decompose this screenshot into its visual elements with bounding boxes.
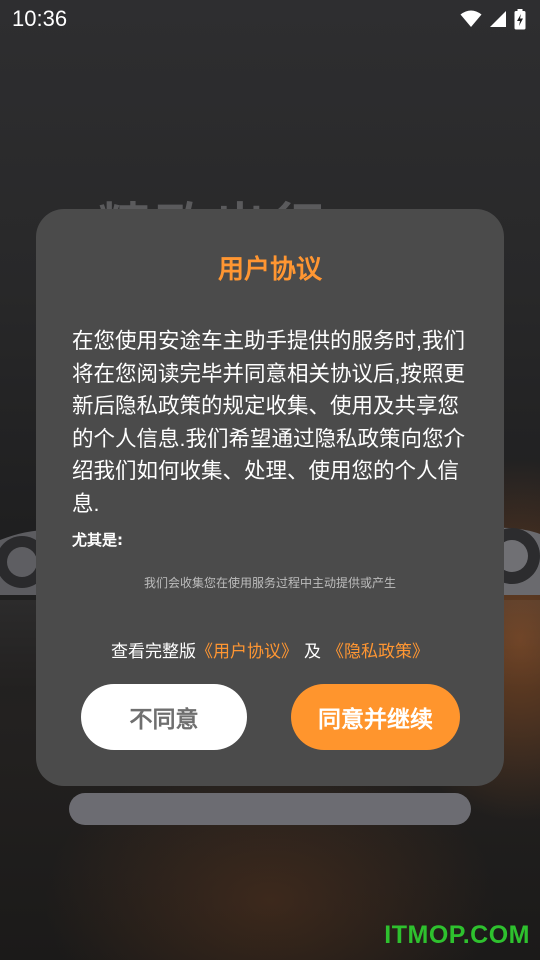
status-time: 10:36 (12, 6, 68, 31)
disagree-button[interactable]: 不同意 (81, 684, 247, 750)
agree-and-continue-button[interactable]: 同意并继续 (291, 684, 460, 750)
dialog-title: 用户协议 (217, 255, 322, 285)
background-button-placeholder (69, 793, 471, 825)
dialog-scroll-content[interactable]: 在您使用安途车主助手提供的服务时,我们将在您阅读完毕并同意相关协议后,按照更新后… (72, 325, 472, 591)
wifi-icon (460, 10, 482, 27)
status-icons (460, 8, 526, 30)
agreement-truncated-line: 我们会收集您在使用服务过程中主动提供或产生 (144, 576, 397, 590)
links-prefix: 查看完整版 (111, 642, 196, 662)
user-agreement-dialog: 用户协议 在您使用安途车主助手提供的服务时,我们将在您阅读完毕并同意相关协议后,… (36, 209, 504, 786)
watermark-logo: ITMOP.COM (384, 921, 530, 949)
agreement-paragraph: 在您使用安途车主助手提供的服务时,我们将在您阅读完毕并同意相关协议后,按照更新后… (72, 329, 465, 516)
links-separator: 及 (304, 642, 321, 662)
user-agreement-link[interactable]: 《用户协议》 (196, 642, 298, 662)
full-version-links: 查看完整版《用户协议》及《隐私政策》 (36, 637, 504, 662)
battery-charging-icon (514, 8, 526, 29)
signal-icon (490, 11, 506, 27)
status-bar: 10:36 (0, 0, 540, 38)
privacy-policy-link[interactable]: 《隐私政策》 (327, 642, 429, 662)
agreement-subheading: 尤其是: (72, 531, 123, 549)
